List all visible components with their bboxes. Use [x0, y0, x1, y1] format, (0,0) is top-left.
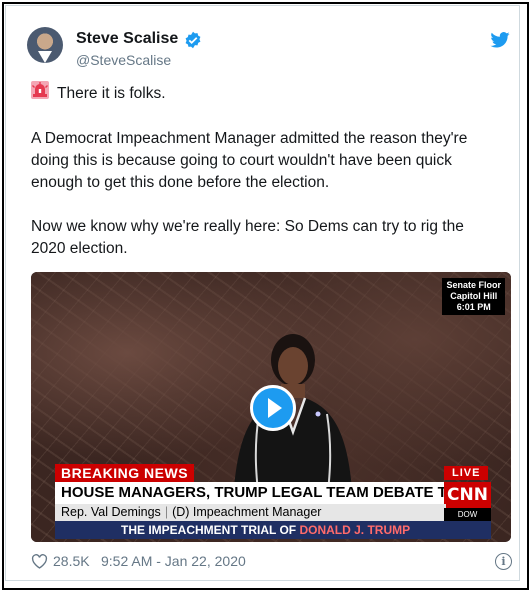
tweet-timestamp[interactable]: 9:52 AM - Jan 22, 2020	[101, 553, 246, 569]
tweet-text-line: enough to get this done before the elect…	[31, 174, 330, 191]
siren-icon	[31, 81, 49, 99]
author-handle[interactable]: @SteveScalise	[76, 52, 171, 68]
location-line: Senate Floor	[446, 280, 501, 290]
location-line: Capitol Hill	[450, 291, 498, 301]
news-ticker: THE IMPEACHMENT TRIAL OF DONALD J. TRUMP	[55, 521, 491, 539]
location-time: 6:01 PM	[456, 302, 491, 312]
tweet-text-line: There it is folks.	[57, 85, 166, 102]
ticker-text: THE IMPEACHMENT TRIAL OF	[121, 523, 297, 537]
speaker-name: Rep. Val Demings	[61, 505, 161, 519]
chyron-headline: HOUSE MANAGERS, TRUMP LEGAL TEAM DEBATE …	[55, 482, 446, 504]
play-icon[interactable]	[250, 385, 296, 431]
breaking-news-label: BREAKING NEWS	[55, 464, 195, 482]
info-icon[interactable]: i	[495, 553, 512, 570]
heart-icon[interactable]	[31, 554, 48, 569]
avatar[interactable]	[27, 27, 63, 63]
speaker-role: (D) Impeachment Manager	[172, 505, 322, 519]
speaker-lower-third: Rep. Val Demings | (D) Impeachment Manager	[55, 504, 446, 521]
tweet-text-line: doing this is because going to court wou…	[31, 152, 452, 169]
tweet-text-line: A Democrat Impeachment Manager admitted …	[31, 130, 468, 147]
twitter-bird-icon[interactable]	[490, 32, 510, 48]
separator: |	[164, 505, 169, 519]
live-badge: LIVE	[444, 466, 489, 480]
video-player[interactable]: Senate Floor Capitol Hill 6:01 PM BREAKI…	[31, 272, 511, 542]
ticker-name: DONALD J. TRUMP	[299, 523, 411, 537]
like-count[interactable]: 28.5K	[53, 553, 90, 569]
author-name[interactable]: Steve Scalise	[76, 30, 178, 48]
tweet-text-line: Now we know why we're really here: So De…	[31, 218, 464, 235]
location-bug: Senate Floor Capitol Hill 6:01 PM	[442, 278, 505, 315]
market-ticker: DOW ▼152.00	[444, 508, 491, 532]
tweet-text-line: 2020 election.	[31, 240, 128, 257]
verified-badge-icon	[185, 31, 201, 49]
network-logo: CNN	[444, 482, 491, 508]
